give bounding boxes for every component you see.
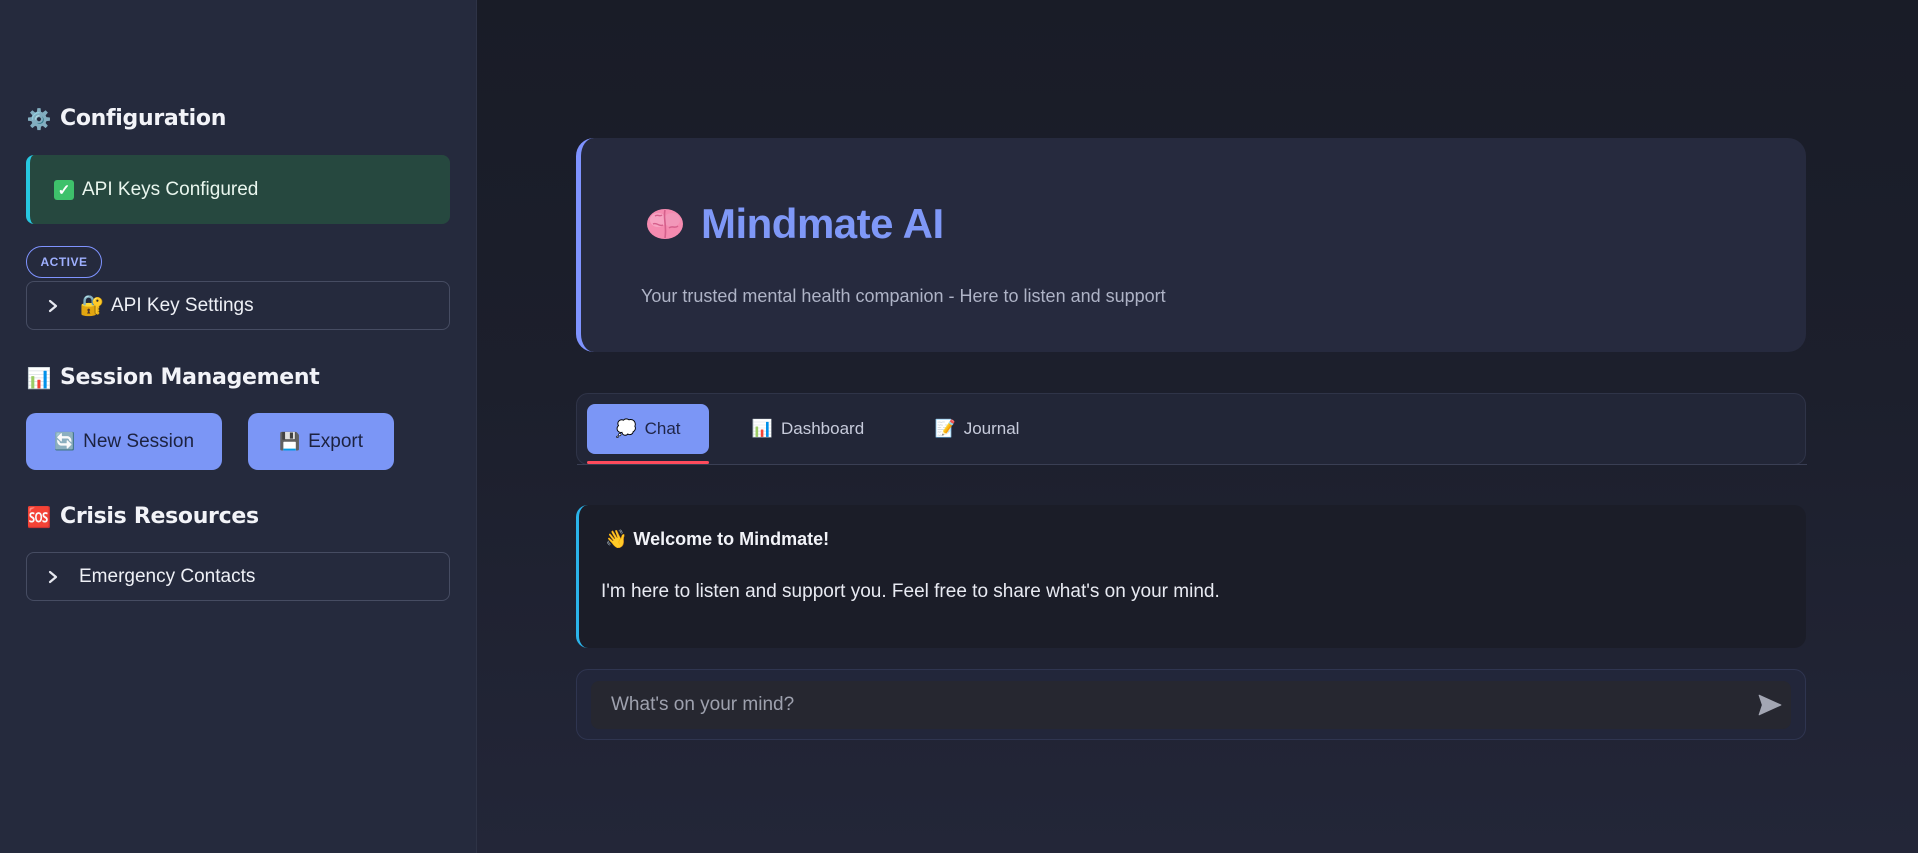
page-subtitle: Your trusted mental health companion - H…: [641, 286, 1166, 306]
refresh-icon: 🔄: [53, 431, 76, 451]
sidebar: ⚙️ Configuration ✓ API Keys Configured A…: [0, 0, 477, 853]
lock-key-icon: 🔐: [79, 295, 105, 317]
brain-icon: [645, 204, 685, 244]
session-management-title: Session Management: [60, 365, 320, 390]
api-status-label: API Keys Configured: [82, 178, 259, 200]
api-key-settings-expander[interactable]: 🔐 API Key Settings: [26, 281, 450, 330]
emergency-contacts-expander[interactable]: Emergency Contacts: [26, 552, 450, 601]
tab-chat-label: Chat: [644, 419, 681, 438]
speech-bubble-icon: 💭: [615, 419, 637, 438]
session-management-heading: 📊 Session Management: [26, 365, 320, 390]
chat-input-container: [576, 669, 1806, 740]
page-title: Mindmate AI: [701, 200, 944, 247]
notebook-icon: 📝: [934, 419, 956, 438]
bar-chart-icon: 📊: [26, 365, 52, 390]
tab-chat[interactable]: 💭 Chat: [587, 404, 709, 464]
export-button[interactable]: 💾 Export: [248, 413, 394, 470]
crisis-resources-title: Crisis Resources: [60, 504, 259, 529]
tab-dashboard[interactable]: 📊 Dashboard: [745, 404, 871, 454]
welcome-body: I'm here to listen and support you. Feel…: [601, 581, 1220, 602]
api-key-settings-label: API Key Settings: [111, 294, 254, 316]
new-session-label: New Session: [83, 430, 195, 452]
check-icon: ✓: [54, 179, 74, 200]
floppy-icon: 💾: [278, 431, 301, 451]
tab-dashboard-label: Dashboard: [781, 419, 865, 438]
tab-journal-label: Journal: [963, 419, 1020, 438]
waving-hand-icon: 👋: [605, 529, 628, 549]
welcome-title-row: 👋 Welcome to Mindmate!: [605, 529, 829, 550]
send-icon[interactable]: [1757, 692, 1783, 718]
crisis-resources-heading: 🆘 Crisis Resources: [26, 504, 259, 529]
bar-chart-icon: 📊: [751, 419, 773, 438]
chevron-right-icon: [27, 299, 79, 313]
chat-input[interactable]: [591, 681, 1791, 729]
configuration-heading: ⚙️ Configuration: [26, 106, 227, 131]
configuration-title: Configuration: [60, 106, 227, 131]
tab-journal[interactable]: 📝 Journal: [925, 404, 1029, 454]
chevron-right-icon: [27, 570, 79, 584]
export-label: Export: [308, 430, 364, 452]
gear-icon: ⚙️: [26, 106, 52, 131]
status-badge: ACTIVE: [26, 246, 102, 278]
tab-divider: [577, 464, 1807, 465]
emergency-contacts-label: Emergency Contacts: [79, 565, 256, 587]
welcome-title: Welcome to Mindmate!: [633, 529, 830, 549]
page-title-row: Mindmate AI: [645, 200, 944, 248]
tab-bar: 💭 Chat 📊 Dashboard 📝 Journal: [576, 393, 1807, 465]
header-card: Mindmate AI Your trusted mental health c…: [576, 138, 1806, 352]
welcome-message: 👋 Welcome to Mindmate! I'm here to liste…: [576, 505, 1806, 648]
api-status-alert: ✓ API Keys Configured: [26, 155, 450, 224]
sos-icon: 🆘: [26, 504, 52, 529]
new-session-button[interactable]: 🔄 New Session: [26, 413, 222, 470]
